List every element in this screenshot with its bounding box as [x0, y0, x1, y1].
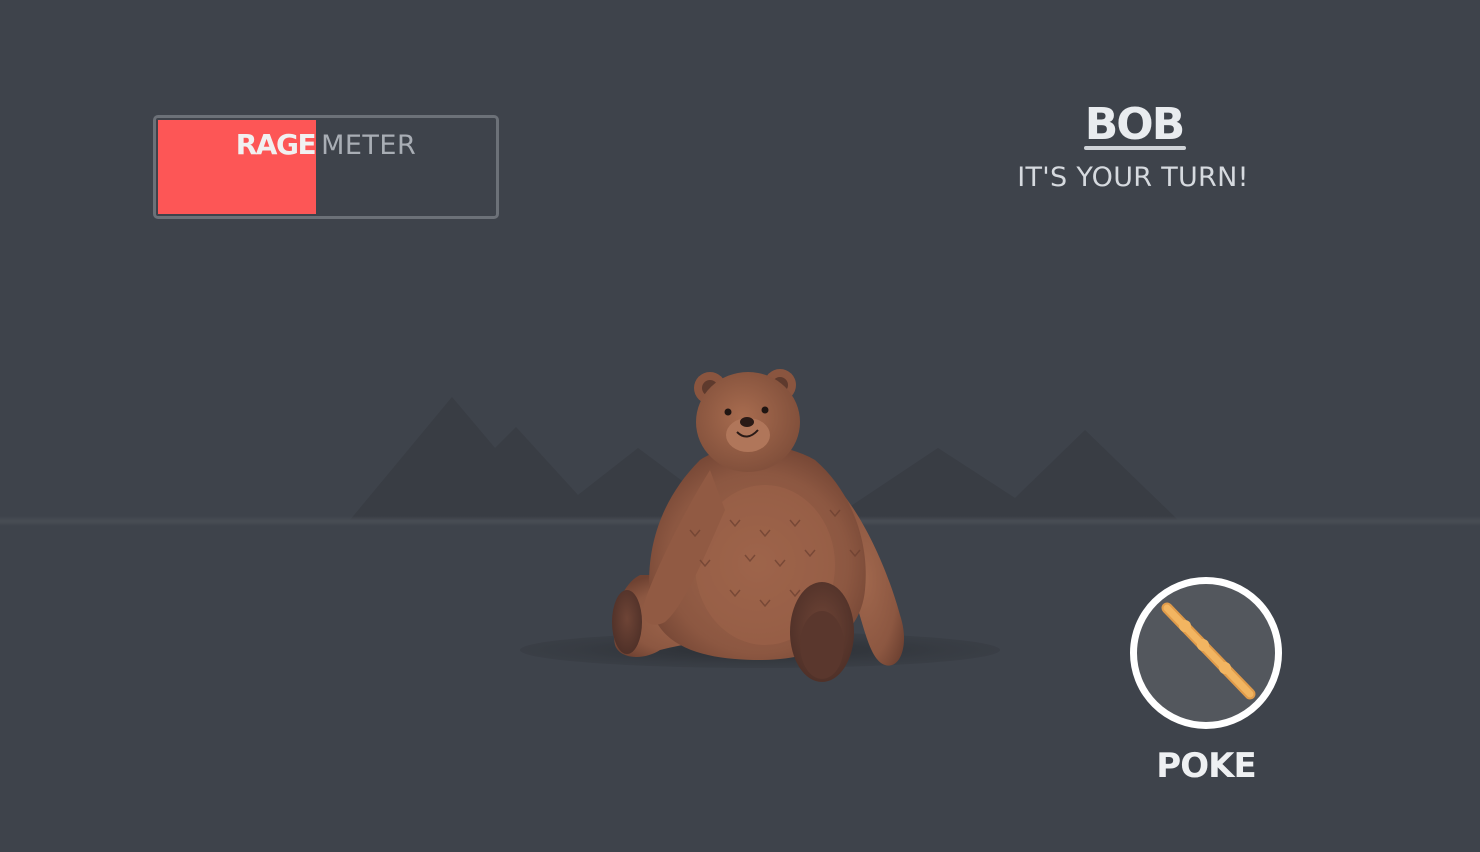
meter-word: METER [321, 130, 417, 161]
player-name-underline [1084, 146, 1186, 150]
poke-button[interactable] [1130, 577, 1282, 729]
rage-meter: RAGE METER [153, 115, 499, 219]
player-name: BOB [1084, 99, 1185, 150]
stick-icon [1161, 602, 1256, 700]
turn-indicator: IT'S YOUR TURN! [1017, 162, 1249, 193]
bear-character [612, 369, 905, 682]
rage-word: RAGE [235, 128, 317, 161]
rage-meter-label: RAGE METER [156, 127, 496, 164]
game-scene: RAGE METER BOB IT'S YOUR TURN! POKE [0, 0, 1480, 852]
poke-label[interactable]: POKE [1126, 744, 1286, 788]
